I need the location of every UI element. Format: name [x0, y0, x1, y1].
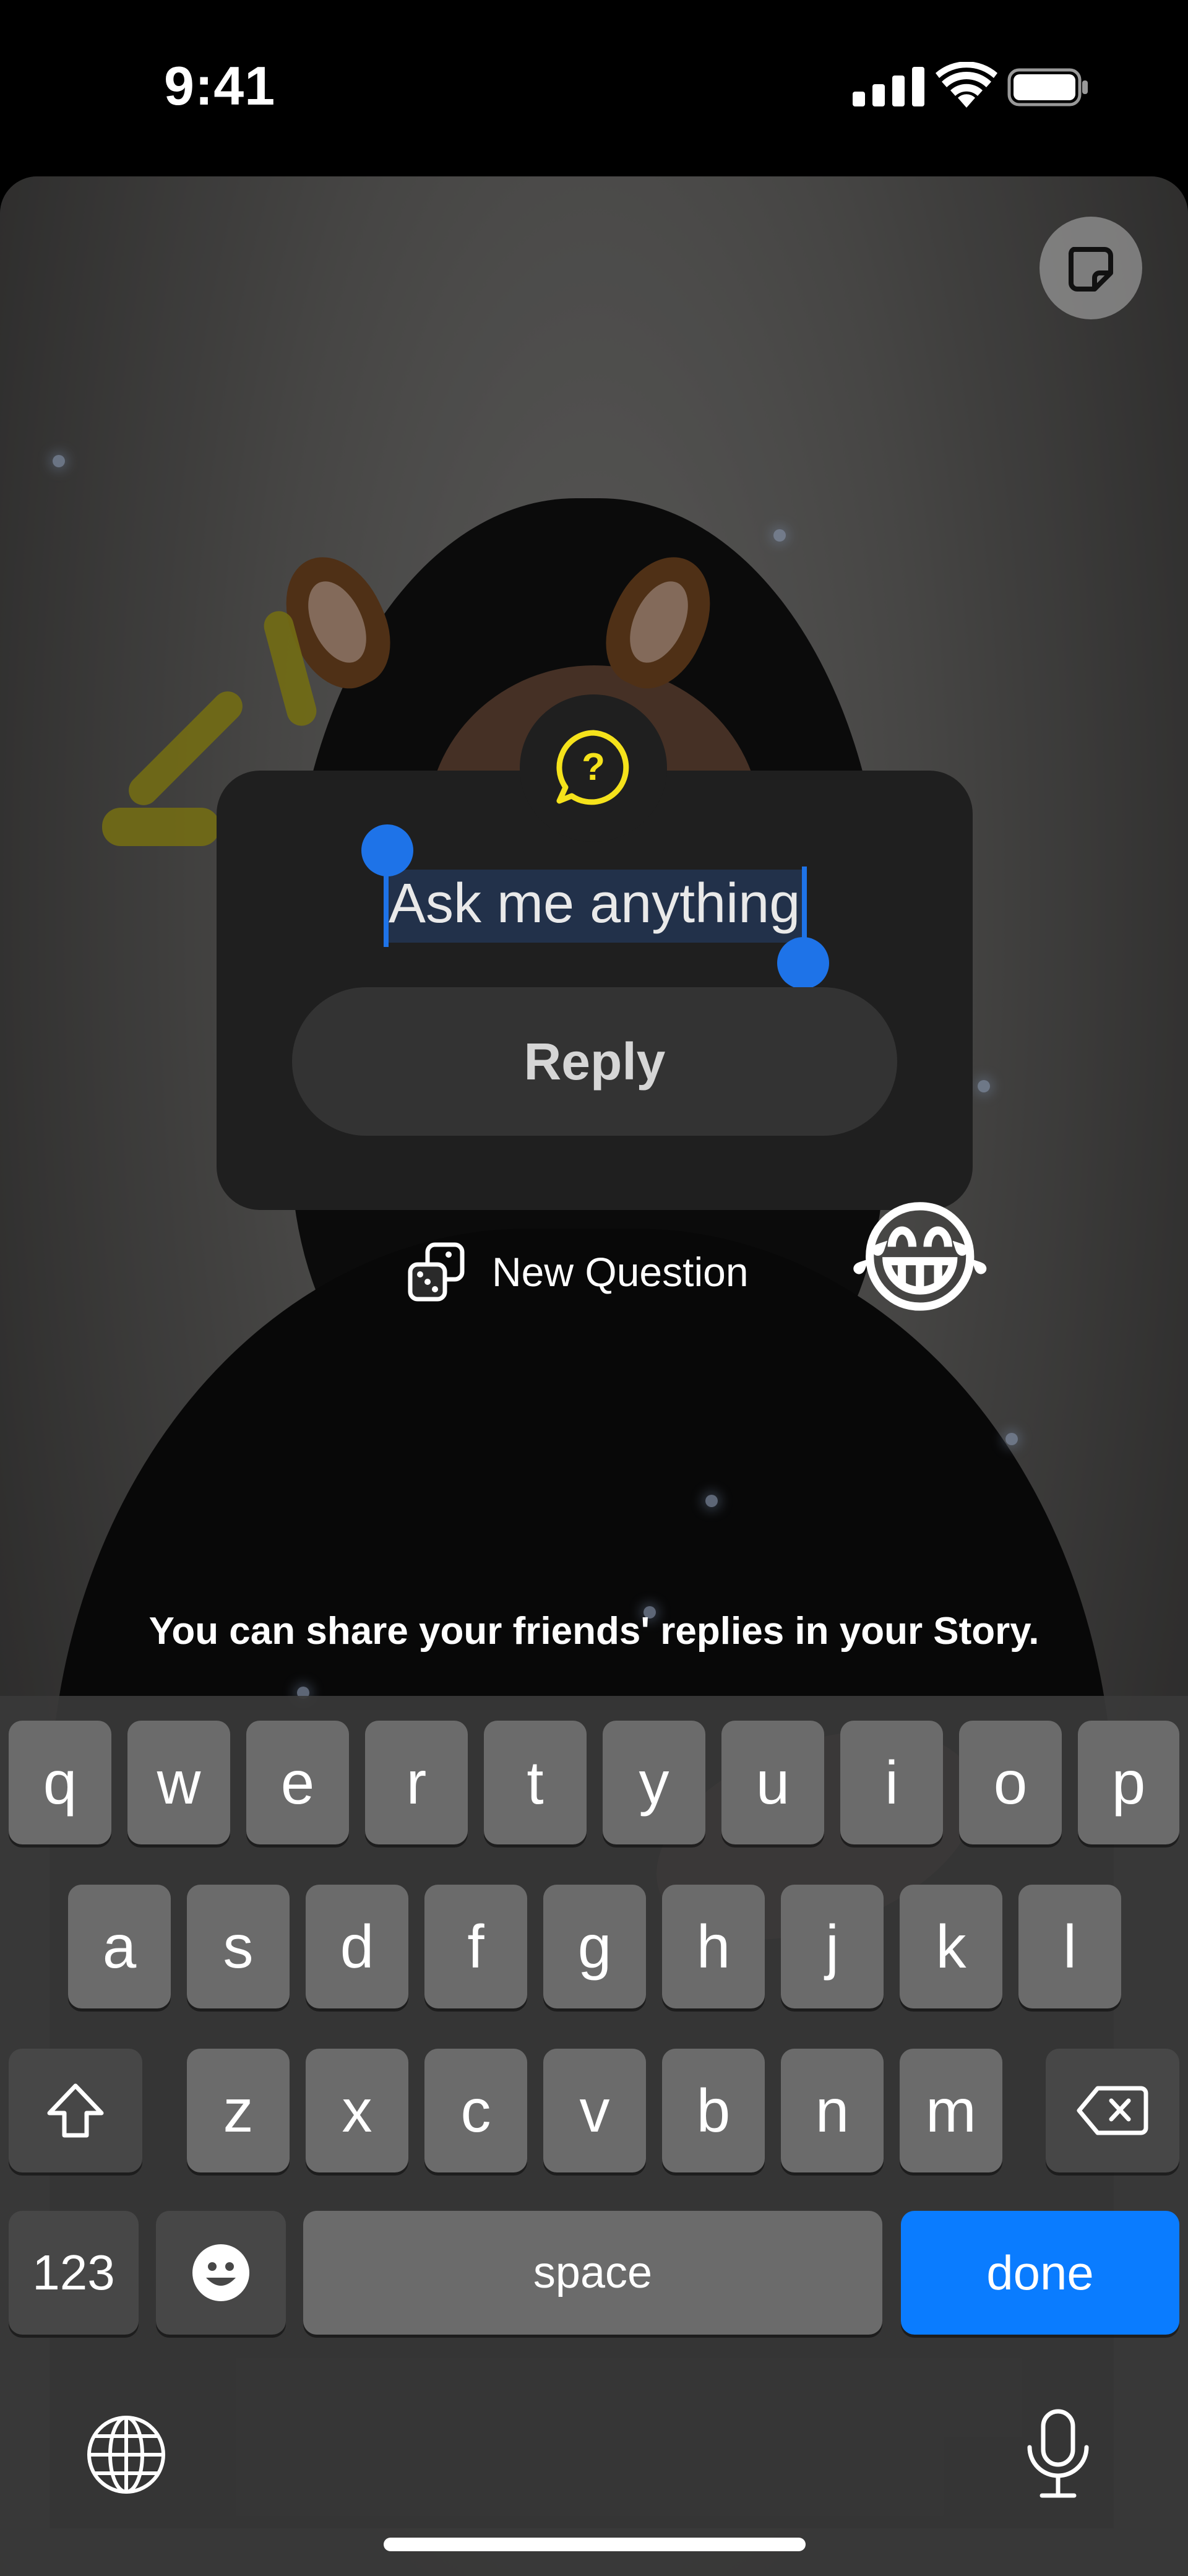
backspace-icon — [1077, 2086, 1148, 2135]
key-v[interactable]: v — [543, 2049, 646, 2172]
key-j[interactable]: j — [781, 1885, 884, 2008]
question-text-field[interactable]: Ask me anything — [384, 863, 804, 947]
emoji-key[interactable] — [156, 2211, 286, 2335]
question-badge: ? — [520, 694, 667, 842]
key-i[interactable]: i — [840, 1721, 943, 1844]
globe-icon[interactable] — [85, 2414, 167, 2496]
key-h[interactable]: h — [662, 1885, 765, 2008]
key-n[interactable]: n — [781, 2049, 884, 2172]
selection-start-handle[interactable] — [361, 824, 413, 876]
key-a[interactable]: a — [68, 1885, 171, 2008]
key-q[interactable]: q — [9, 1721, 111, 1844]
battery-icon — [1007, 68, 1088, 106]
key-g[interactable]: g — [543, 1885, 646, 2008]
share-info-text: You can share your friends' replies in y… — [148, 1610, 1040, 1653]
key-c[interactable]: c — [424, 2049, 527, 2172]
key-x[interactable]: x — [306, 2049, 408, 2172]
new-question-label: New Question — [492, 1249, 749, 1295]
dice-icon — [408, 1242, 465, 1302]
key-p[interactable]: p — [1078, 1721, 1179, 1844]
wifi-icon — [936, 62, 997, 108]
done-key[interactable]: done — [901, 2211, 1179, 2335]
numbers-key[interactable]: 123 — [9, 2211, 139, 2335]
shift-arrow-icon — [47, 2083, 104, 2138]
key-s[interactable]: s — [187, 1885, 290, 2008]
key-e[interactable]: e — [246, 1721, 349, 1844]
selection-end-handle[interactable] — [777, 937, 829, 989]
backspace-key[interactable] — [1046, 2049, 1179, 2172]
new-question-button[interactable]: New Question — [405, 1235, 749, 1309]
key-l[interactable]: l — [1018, 1885, 1121, 2008]
key-o[interactable]: o — [959, 1721, 1062, 1844]
home-indicator — [384, 2538, 806, 2551]
key-z[interactable]: z — [187, 2049, 290, 2172]
shift-key[interactable] — [9, 2049, 142, 2172]
question-bubble-icon: ? — [556, 730, 629, 805]
key-m[interactable]: m — [900, 2049, 1002, 2172]
microphone-icon[interactable] — [1021, 2408, 1095, 2500]
space-key[interactable]: space — [303, 2211, 882, 2335]
emoji-face-icon — [192, 2244, 249, 2301]
key-w[interactable]: w — [127, 1721, 230, 1844]
question-prompt-text: Ask me anything — [389, 873, 801, 935]
selection-start-caret — [384, 867, 389, 947]
sticker-icon — [1068, 247, 1113, 292]
key-k[interactable]: k — [900, 1885, 1002, 2008]
key-b[interactable]: b — [662, 2049, 765, 2172]
key-y[interactable]: y — [603, 1721, 705, 1844]
selection-end-caret — [802, 867, 807, 947]
status-time: 9:41 — [164, 55, 276, 116]
svg-text:?: ? — [582, 746, 605, 789]
sticker-button[interactable] — [1040, 217, 1142, 319]
key-t[interactable]: t — [484, 1721, 587, 1844]
laughing-emoji-sticker[interactable]: 😂 — [848, 1195, 996, 1325]
key-u[interactable]: u — [721, 1721, 824, 1844]
cellular-signal-icon — [853, 67, 924, 106]
key-d[interactable]: d — [306, 1885, 408, 2008]
key-r[interactable]: r — [365, 1721, 468, 1844]
key-f[interactable]: f — [424, 1885, 527, 2008]
reply-button[interactable]: Reply — [292, 987, 897, 1136]
keyboard: q w e r t y u i o p a s d f g h j k l z … — [0, 1696, 1188, 2576]
